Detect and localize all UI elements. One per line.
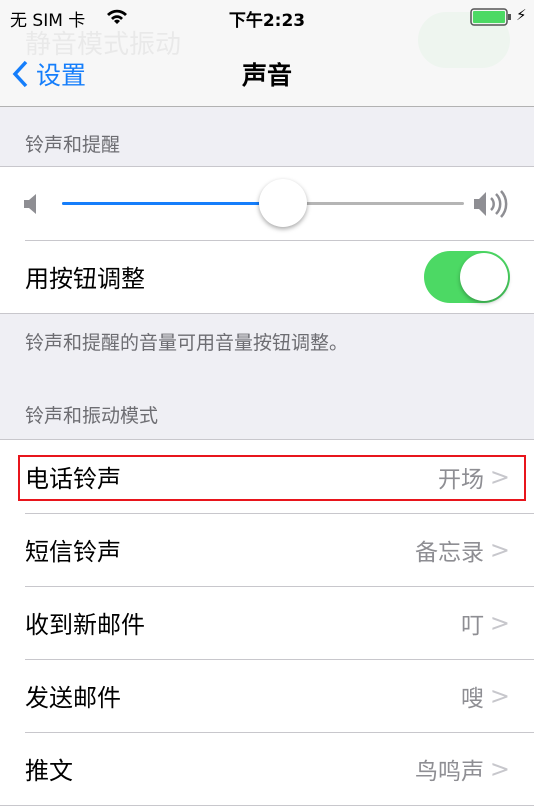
list-item-tweet[interactable]: 推文 鸟鸣声 > (0, 732, 534, 805)
row-value: 嗖 (461, 685, 484, 712)
volume-slider-row (0, 167, 534, 240)
chevron-right-icon: > (489, 754, 510, 783)
chevron-right-icon: > (489, 535, 510, 564)
row-value: 叮 (461, 612, 484, 639)
list-item-text-tone[interactable]: 短信铃声 备忘录 > (0, 513, 534, 586)
section-footer: 铃声和提醒的音量可用音量按钮调整。 (25, 332, 349, 354)
row-value: 备忘录 (415, 539, 484, 566)
toggle-label: 用按钮调整 (25, 265, 145, 293)
list-item-sent-mail[interactable]: 发送邮件 嗖 > (0, 659, 534, 732)
list-item-new-mail[interactable]: 收到新邮件 叮 > (0, 586, 534, 659)
clock: 下午2:23 (228, 11, 306, 31)
volume-knob[interactable] (259, 179, 308, 227)
battery-icon (470, 8, 511, 26)
row-label: 收到新邮件 (25, 611, 145, 639)
toggle-knob (460, 252, 508, 301)
section-header-sounds: 铃声和振动模式 (25, 405, 159, 427)
row-label: 发送邮件 (25, 684, 121, 712)
section-header-ringer: 铃声和提醒 (25, 134, 121, 156)
row-label: 短信铃声 (25, 538, 121, 566)
page-title: 声音 (241, 61, 292, 90)
volume-fill (62, 202, 284, 205)
speaker-low-icon (24, 193, 36, 214)
navigation-bar: 静音模式振动 无 SIM 卡 下午2:23 ⚡ 设置 声音 (0, 0, 534, 107)
highlight-box (18, 455, 526, 501)
row-value: 鸟鸣声 (415, 758, 484, 785)
change-with-buttons-row: 用按钮调整 (0, 240, 534, 313)
row-label: 推文 (25, 757, 73, 785)
status-bar: 无 SIM 卡 下午2:23 ⚡ (0, 6, 534, 31)
chevron-right-icon: > (489, 608, 510, 637)
charging-icon: ⚡ (516, 6, 527, 24)
change-with-buttons-toggle[interactable] (424, 250, 510, 303)
chevron-right-icon: > (489, 681, 510, 710)
speaker-high-icon (474, 189, 508, 218)
volume-slider[interactable] (62, 179, 464, 227)
ringer-group: 用按钮调整 (0, 166, 534, 314)
